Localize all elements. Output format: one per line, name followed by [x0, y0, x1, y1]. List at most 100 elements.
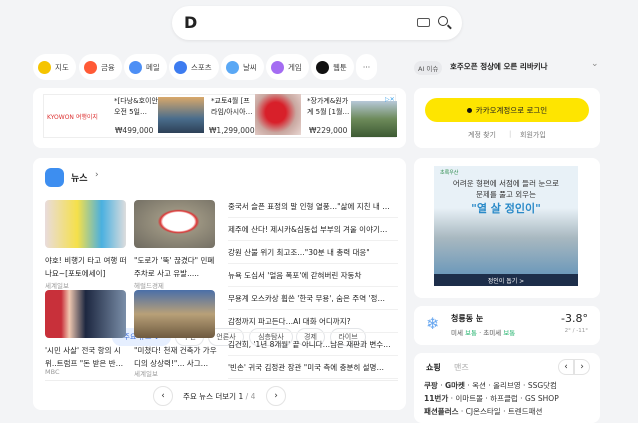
finance-icon [84, 60, 97, 74]
tab-shopping[interactable]: 쇼핑 [426, 362, 441, 373]
news-thumbnail[interactable] [45, 290, 126, 338]
headline-item[interactable]: 제주에 산다! 제시카&심동섭 부부의 겨울 이야기… [228, 218, 398, 241]
chevron-right-icon[interactable]: › [95, 170, 99, 180]
headline-item[interactable]: 뉴욕 도심서 '얼음 폭포'에 갇혀버린 자동차 [228, 264, 398, 287]
news-thumbnail[interactable] [134, 200, 215, 248]
chevron-down-icon[interactable]: ⌄ [591, 59, 599, 69]
webtoon-icon [316, 60, 329, 74]
shortcut-label: 웹툰 [333, 62, 347, 72]
more-shortcuts-button[interactable]: ··· [356, 54, 377, 80]
ad-slogan: "열 살 정인이" [471, 202, 541, 215]
login-label: 카카오계정으로 로그인 [475, 105, 548, 115]
headline-item[interactable]: '빈손' 귀국 김정관 장관 "미국 측에 충분히 설명… [228, 356, 398, 379]
news-title[interactable]: 뉴스 [71, 171, 88, 184]
shop-link[interactable]: 올리브영 [493, 381, 521, 390]
shortcut-weather[interactable]: 날씨 [221, 54, 264, 80]
ai-issue-text[interactable]: 호주오픈 정상에 오른 리바키나 [450, 61, 548, 72]
headline-item[interactable]: 무용계 오스카상 휩쓴 '한국 무용', 숨은 주역 '정… [228, 287, 398, 310]
ad-text: 문제를 풀고 외우는 [476, 190, 536, 199]
search-bar[interactable]: D [172, 6, 462, 40]
ad-banner-top[interactable]: KYOWON 여행이지 *[다낭&호이안 오전 5일… ₩499,000 *교토… [33, 88, 406, 148]
next-button[interactable]: › [574, 359, 590, 375]
ad-choices-icon[interactable]: ▷✕ [385, 96, 395, 103]
map-icon [38, 60, 51, 74]
ad-text: 어려운 형편에 서점에 들러 눈으로 [452, 179, 560, 188]
ad-image[interactable] [158, 97, 204, 133]
shortcut-sports[interactable]: 스포츠 [169, 54, 219, 80]
page-total: 4 [250, 392, 256, 401]
news-more-link[interactable]: 주요 뉴스 더보기 1 / 4 [183, 391, 255, 402]
shop-link[interactable]: 이마트몰 [455, 394, 483, 403]
prev-button[interactable]: ‹ [558, 359, 574, 375]
dust-label: 미세 [451, 329, 463, 337]
shortcut-label: 날씨 [243, 62, 257, 72]
headline-item[interactable]: 김건희, '1년 8개월' 끝 아니다…남은 재판과 변수… [228, 333, 398, 356]
sports-icon [174, 60, 187, 74]
shop-link[interactable]: 11번가 [424, 394, 448, 403]
shop-link[interactable]: 하프클럽 [490, 394, 518, 403]
ad-brand: 초록우산 [440, 170, 459, 176]
prev-page-button[interactable]: ‹ [153, 386, 173, 406]
shortcut-webtoon[interactable]: 웹툰 [311, 54, 354, 80]
shortcut-mail[interactable]: 메일 [124, 54, 167, 80]
weather-location: 청룡동 눈 [451, 314, 484, 323]
keyboard-icon[interactable] [417, 18, 430, 27]
ad-item-title[interactable]: *[다낭&호이안 오전 5일… [114, 96, 158, 118]
ad-item-price: ₩499,000 [115, 126, 154, 135]
news-thumbnail[interactable] [45, 200, 126, 248]
next-page-button[interactable]: › [266, 386, 286, 406]
news-card-title[interactable]: "도로가 '뚝' 끊겼다" 민폐 주차로 사고 유발..... [134, 254, 218, 280]
ad-brand: KYOWON 여행이지 [47, 114, 98, 121]
shopping-row: 11번가 · 이마트몰 · 하프클럽 · GS SHOP [424, 394, 559, 403]
shop-link[interactable]: 트렌드패션 [508, 407, 543, 416]
weather-card[interactable]: ❄ 청룡동 눈 미세 보통 · 초미세 보통 -3.8° 2° / -11° [414, 306, 600, 345]
news-source: 헤럴드경제 [134, 282, 164, 290]
headline-item[interactable]: 감정까지 파고든다…AI 대화 어디까지? [228, 310, 398, 333]
headline-item[interactable]: 강원 산불 위기 최고조…"30분 내 총력 대응" [228, 241, 398, 264]
news-card-title[interactable]: '시민 사살' 전국 항의 시위..트럼프 "돈 받은 반… [45, 344, 129, 370]
tab-mens[interactable]: 맨즈 [454, 362, 469, 373]
ad-banner-right[interactable]: 초록우산 어려운 형편에 서점에 들러 눈으로 문제를 풀고 외우는 "열 살 … [414, 158, 600, 298]
kakao-login-button[interactable]: 카카오계정으로 로그인 [425, 98, 589, 122]
divider [45, 380, 398, 381]
news-source: 세계일보 [45, 282, 69, 290]
more-icon: ··· [362, 62, 371, 72]
news-card-title[interactable]: 야호! 비행기 타고 여행 떠나요~[포토에세이] [45, 254, 129, 280]
shop-link[interactable]: GS SHOP [525, 394, 559, 403]
mail-icon [129, 60, 142, 74]
temperature: -3.8° [561, 312, 588, 325]
shop-link[interactable]: 패션플러스 [424, 407, 459, 416]
ad-cta-button[interactable]: 정인이 돕기 > [434, 274, 578, 286]
air-quality: 미세 보통 · 초미세 보통 [451, 329, 516, 337]
kakao-icon [466, 107, 472, 113]
shortcut-finance[interactable]: 금융 [79, 54, 122, 80]
shopping-card: 쇼핑 맨즈 ‹ › 쿠팡 · G마켓 · 옥션 · 올리브영 · SSG닷컴 1… [414, 353, 600, 423]
shop-link[interactable]: SSG닷컴 [528, 381, 557, 390]
ad-item-price: ₩229,000 [309, 126, 348, 135]
news-source: 세계일보 [134, 370, 158, 378]
signup-link[interactable]: 회원가입 [520, 130, 546, 140]
ad-item-title[interactable]: *교토4월 [프라임/아시아… [211, 96, 255, 118]
shortcut-label: 스포츠 [191, 62, 212, 72]
game-icon [271, 60, 284, 74]
shortcut-label: 게임 [288, 62, 302, 72]
headline-item[interactable]: 중국서 슬픈 표정의 말 인형 열풍…"삶에 지친 내 … [228, 195, 398, 218]
news-thumbnail[interactable] [134, 290, 215, 338]
shortcut-label: 메일 [146, 62, 160, 72]
shortcut-map[interactable]: 지도 [33, 54, 76, 80]
shop-link[interactable]: 쿠팡 [424, 381, 438, 390]
shopping-row: 패션플러스 · CJ온스타일 · 트렌드패션 [424, 407, 543, 416]
find-account-link[interactable]: 계정 찾기 [468, 130, 496, 140]
shop-link[interactable]: CJ온스타일 [466, 407, 501, 416]
daum-logo[interactable]: D [184, 13, 197, 32]
news-card-title[interactable]: "미쳤다! 천재 건축가 가우디의 상상력!"... 사그… [134, 344, 218, 370]
shortcut-game[interactable]: 게임 [266, 54, 309, 80]
more-label: 주요 뉴스 더보기 [183, 392, 237, 401]
shop-link[interactable]: G마켓 [445, 381, 465, 390]
ad-image[interactable] [255, 94, 301, 135]
ad-item-title[interactable]: *장가계&원가계 5월 [1월… [307, 96, 351, 118]
dust-value: 보통 [465, 329, 478, 337]
login-card: 카카오계정으로 로그인 계정 찾기 | 회원가입 [414, 88, 600, 148]
shop-link[interactable]: 옥션 [472, 381, 486, 390]
ad-image[interactable] [351, 101, 397, 137]
